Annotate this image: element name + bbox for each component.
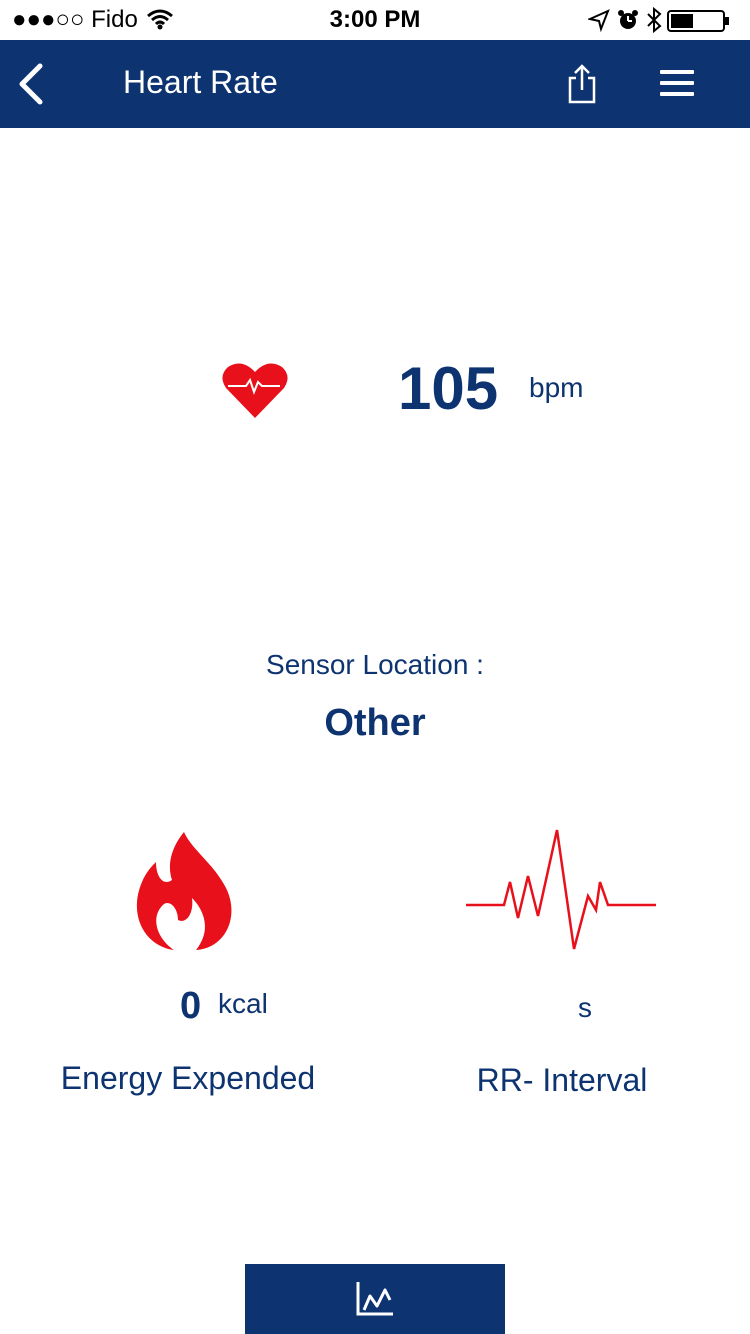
alarm-icon xyxy=(618,10,638,29)
bluetooth-icon xyxy=(647,6,662,34)
energy-unit: kcal xyxy=(218,988,268,1019)
ecg-wave-icon xyxy=(466,828,656,952)
menu-icon[interactable] xyxy=(656,66,700,102)
nav-bar: Heart Rate xyxy=(0,40,750,128)
page-title: Heart Rate xyxy=(123,64,278,100)
flame-icon xyxy=(134,830,242,952)
energy-value: 0 xyxy=(180,985,202,1027)
heart-icon xyxy=(220,360,290,420)
share-icon[interactable] xyxy=(562,64,602,104)
sensor-location-value: Other xyxy=(324,702,426,744)
energy-label: Energy Expended xyxy=(60,1060,316,1096)
line-chart-icon xyxy=(356,1282,393,1316)
rr-interval-unit: s xyxy=(578,992,592,1023)
heart-rate-value: 105 xyxy=(398,355,499,422)
status-right-icons xyxy=(586,6,738,34)
status-bar: ●●●○○ Fido 3:00 PM xyxy=(0,0,750,40)
location-icon xyxy=(586,9,610,33)
battery-icon xyxy=(667,10,729,32)
graph-button[interactable] xyxy=(245,1264,505,1334)
back-chevron-icon[interactable] xyxy=(10,60,54,108)
rr-interval-label: RR- Interval xyxy=(476,1062,648,1098)
sensor-location-label: Sensor Location : xyxy=(266,649,484,680)
heart-rate-unit: bpm xyxy=(529,372,584,403)
